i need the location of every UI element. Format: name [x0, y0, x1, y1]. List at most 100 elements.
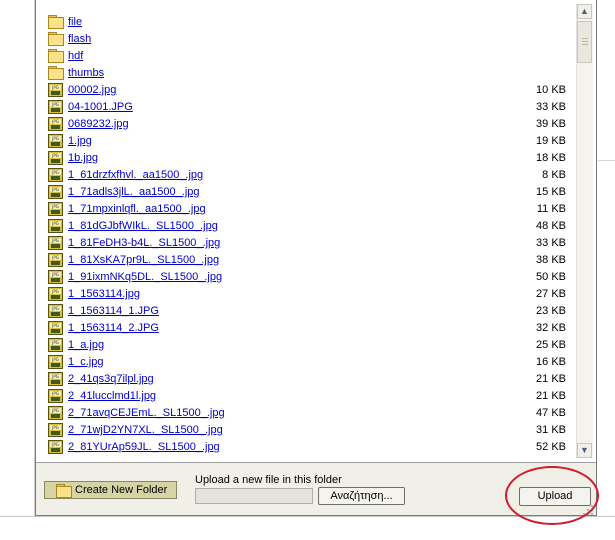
file-item[interactable]: JPG 1_c.jpg 16 KB — [46, 354, 566, 371]
background-bottom — [0, 516, 615, 540]
upload-button[interactable]: Upload — [519, 487, 591, 506]
file-size: 33 KB — [536, 237, 566, 249]
resize-grip-icon[interactable] — [583, 505, 593, 515]
file-list: file flash hdf thumbs JPG 00002.jpg 10 KB JPG 04… — [46, 14, 566, 456]
jpg-file-icon: JPG — [48, 423, 64, 437]
jpg-file-icon: JPG — [48, 151, 64, 165]
jpg-file-icon: JPG — [48, 168, 64, 182]
thumb-grip — [582, 41, 588, 42]
jpg-file-icon: JPG — [48, 287, 64, 301]
file-name-link[interactable]: 2_81YUrAp59JL._SL1500_.jpg — [68, 439, 220, 456]
file-name-link[interactable]: 1_71mpxinlqfl._aa1500_.jpg — [68, 201, 206, 218]
folder-item[interactable]: file — [46, 14, 566, 31]
file-size: 47 KB — [536, 407, 566, 419]
jpg-file-icon: JPG — [48, 134, 64, 148]
file-item[interactable]: JPG 1b.jpg 18 KB — [46, 150, 566, 167]
file-name-link[interactable]: flash — [68, 31, 91, 48]
file-name-link[interactable]: 00002.jpg — [68, 82, 116, 99]
file-name-link[interactable]: 1_1563114.jpg — [68, 286, 140, 303]
file-size: 11 KB — [536, 203, 566, 215]
file-size: 32 KB — [536, 322, 566, 334]
file-item[interactable]: JPG 1_1563114.jpg 27 KB — [46, 286, 566, 303]
file-size: 21 KB — [536, 390, 566, 402]
file-name-link[interactable]: 0689232.jpg — [68, 116, 129, 133]
folder-icon — [48, 49, 64, 63]
jpg-file-icon: JPG — [48, 270, 64, 284]
file-item[interactable]: JPG 2_71wjD2YN7XL._SL1500_.jpg 31 KB — [46, 422, 566, 439]
jpg-file-icon: JPG — [48, 338, 64, 352]
folder-item[interactable]: hdf — [46, 48, 566, 65]
scroll-up-arrow-icon[interactable]: ▲ — [577, 4, 592, 19]
file-name-link[interactable]: 2_41lucclmd1l.jpg — [68, 388, 156, 405]
file-size: 21 KB — [536, 373, 566, 385]
jpg-file-icon: JPG — [48, 100, 64, 114]
file-size: 39 KB — [536, 118, 566, 130]
vertical-scrollbar[interactable]: ▲ ▼ — [576, 4, 593, 458]
file-item[interactable]: JPG 1_81FeDH3-b4L._SL1500_.jpg 33 KB — [46, 235, 566, 252]
file-item[interactable]: JPG 0689232.jpg 39 KB — [46, 116, 566, 133]
file-name-link[interactable]: 2_41qs3q7ilpl.jpg — [68, 371, 154, 388]
file-size: 8 KB — [542, 169, 566, 181]
file-name-link[interactable]: 1_71adls3jlL._aa1500_.jpg — [68, 184, 200, 201]
background-left — [0, 0, 35, 516]
upload-file-path-field[interactable] — [195, 488, 313, 504]
file-item[interactable]: JPG 1.jpg 19 KB — [46, 133, 566, 150]
file-name-link[interactable]: 04-1001.JPG — [68, 99, 133, 116]
jpg-file-icon: JPG — [48, 236, 64, 250]
file-name-link[interactable]: 1_81XsKA7pr9L._SL1500_.jpg — [68, 252, 219, 269]
file-name-link[interactable]: 1_91ixmNKq5DL._SL1500_.jpg — [68, 269, 222, 286]
scrollbar-thumb[interactable] — [577, 21, 592, 63]
background-divider — [598, 160, 615, 161]
folder-icon — [48, 15, 64, 29]
file-item[interactable]: JPG 2_71avqCEJEmL._SL1500_.jpg 47 KB — [46, 405, 566, 422]
folder-item[interactable]: flash — [46, 31, 566, 48]
file-size: 16 KB — [536, 356, 566, 368]
scroll-down-arrow-icon[interactable]: ▼ — [577, 443, 592, 458]
file-item[interactable]: JPG 1_1563114_2.JPG 32 KB — [46, 320, 566, 337]
file-name-link[interactable]: 1_c.jpg — [68, 354, 103, 371]
file-item[interactable]: JPG 1_61drzfxfhvl._aa1500_.jpg 8 KB — [46, 167, 566, 184]
background-right — [598, 0, 615, 539]
file-item[interactable]: JPG 1_81dGJbfWIkL._SL1500_.jpg 48 KB — [46, 218, 566, 235]
file-item[interactable]: JPG 04-1001.JPG 33 KB — [46, 99, 566, 116]
file-size: 31 KB — [536, 424, 566, 436]
file-item[interactable]: JPG 00002.jpg 10 KB — [46, 82, 566, 99]
file-item[interactable]: JPG 1_71mpxinlqfl._aa1500_.jpg 11 KB — [46, 201, 566, 218]
jpg-file-icon: JPG — [48, 355, 64, 369]
file-size: 33 KB — [536, 101, 566, 113]
file-item[interactable]: JPG 1_71adls3jlL._aa1500_.jpg 15 KB — [46, 184, 566, 201]
file-item[interactable]: JPG 1_81XsKA7pr9L._SL1500_.jpg 38 KB — [46, 252, 566, 269]
file-name-link[interactable]: 2_71avqCEJEmL._SL1500_.jpg — [68, 405, 225, 422]
folder-item[interactable]: thumbs — [46, 65, 566, 82]
file-name-link[interactable]: 2_71wjD2YN7XL._SL1500_.jpg — [68, 422, 223, 439]
file-size: 27 KB — [536, 288, 566, 300]
file-name-link[interactable]: 1_a.jpg — [68, 337, 104, 354]
file-name-link[interactable]: 1_61drzfxfhvl._aa1500_.jpg — [68, 167, 203, 184]
file-name-link[interactable]: thumbs — [68, 65, 104, 82]
file-name-link[interactable]: 1_1563114_2.JPG — [68, 320, 159, 337]
jpg-file-icon: JPG — [48, 253, 64, 267]
folder-icon — [48, 32, 64, 46]
file-name-link[interactable]: 1b.jpg — [68, 150, 98, 167]
file-item[interactable]: JPG 1_91ixmNKq5DL._SL1500_.jpg 50 KB — [46, 269, 566, 286]
file-size: 10 KB — [536, 84, 566, 96]
file-item[interactable]: JPG 2_41lucclmd1l.jpg 21 KB — [46, 388, 566, 405]
jpg-file-icon: JPG — [48, 202, 64, 216]
file-size: 18 KB — [536, 152, 566, 164]
file-item[interactable]: JPG 2_41qs3q7ilpl.jpg 21 KB — [46, 371, 566, 388]
file-name-link[interactable]: 1_1563114_1.JPG — [68, 303, 159, 320]
upload-prompt: Upload a new file in this folder — [195, 474, 342, 486]
file-name-link[interactable]: 1_81FeDH3-b4L._SL1500_.jpg — [68, 235, 220, 252]
file-item[interactable]: JPG 1_a.jpg 25 KB — [46, 337, 566, 354]
file-item[interactable]: JPG 2_81YUrAp59JL._SL1500_.jpg 52 KB — [46, 439, 566, 456]
file-name-link[interactable]: file — [68, 14, 82, 31]
browse-button[interactable]: Αναζήτηση... — [318, 487, 405, 505]
jpg-file-icon: JPG — [48, 117, 64, 131]
file-item[interactable]: JPG 1_1563114_1.JPG 23 KB — [46, 303, 566, 320]
jpg-file-icon: JPG — [48, 406, 64, 420]
create-new-folder-button[interactable]: Create New Folder — [44, 481, 177, 499]
file-name-link[interactable]: hdf — [68, 48, 83, 65]
file-name-link[interactable]: 1.jpg — [68, 133, 92, 150]
jpg-file-icon: JPG — [48, 321, 64, 335]
file-name-link[interactable]: 1_81dGJbfWIkL._SL1500_.jpg — [68, 218, 218, 235]
